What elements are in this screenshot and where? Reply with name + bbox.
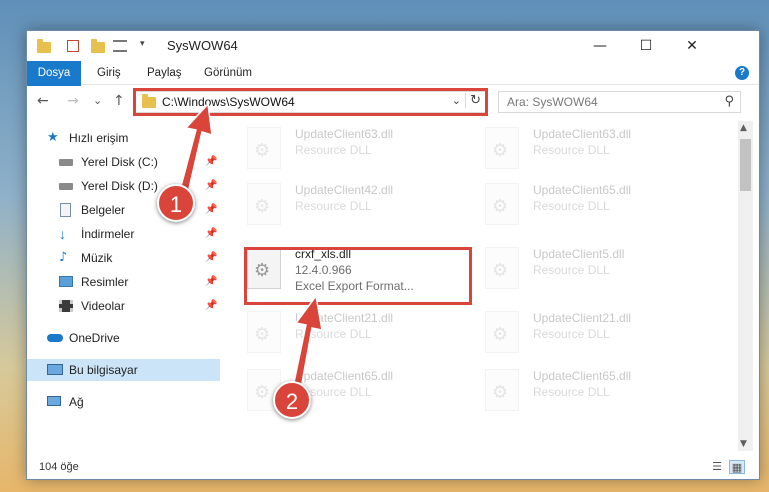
dll-file-icon — [485, 183, 519, 225]
back-button[interactable]: ← — [37, 93, 49, 109]
tab-share[interactable]: Paylaş — [135, 61, 194, 85]
search-input[interactable]: Ara: SysWOW64 ⚲ — [498, 91, 741, 113]
minimize-button[interactable]: — — [577, 31, 623, 61]
address-highlight-box — [133, 88, 488, 116]
forward-button[interactable]: → — [67, 93, 79, 109]
details-view-icon[interactable]: ☰ — [709, 460, 725, 474]
list-item[interactable]: UpdateClient65.dll Resource DLL — [479, 179, 709, 229]
vertical-scrollbar[interactable]: ▲ ▼ — [738, 121, 753, 451]
pin-icon[interactable]: 📌 — [205, 295, 217, 317]
item-count: 104 öğe — [39, 461, 79, 473]
dll-file-icon — [247, 127, 281, 169]
chevron-down-icon[interactable]: ▾ — [140, 39, 145, 55]
sidebar-item-quick-access[interactable]: ★ Hızlı erişim — [27, 127, 220, 149]
callout-badge-2: 2 — [273, 381, 311, 419]
sidebar-item-disk-c[interactable]: Yerel Disk (C:) 📌 — [27, 151, 220, 173]
drive-icon — [59, 183, 73, 190]
file-explorer-window: ▾ SysWOW64 — ☐ ✕ Dosya Giriş Paylaş Görü… — [26, 30, 760, 480]
ribbon-tabs: Dosya Giriş Paylaş Görünüm ? — [27, 61, 759, 111]
list-item[interactable]: UpdateClient42.dll Resource DLL — [241, 179, 471, 229]
sidebar-item-videos[interactable]: Videolar 📌 — [27, 295, 220, 317]
list-item[interactable]: UpdateClient65.dll Resource DLL — [479, 365, 709, 415]
list-item[interactable]: UpdateClient21.dll Resource DLL — [241, 307, 471, 357]
download-icon: ↓ — [59, 226, 66, 242]
sidebar-item-music[interactable]: ♪ Müzik 📌 — [27, 247, 220, 269]
maximize-button[interactable]: ☐ — [623, 31, 669, 61]
pictures-icon — [59, 276, 73, 287]
recent-locations-button[interactable]: ⌄ — [93, 94, 102, 107]
sidebar-item-network[interactable]: Ağ — [27, 391, 220, 413]
status-bar: 104 öğe ☰ ▦ — [27, 457, 759, 479]
star-icon: ★ — [47, 130, 59, 145]
sidebar-item-this-pc[interactable]: Bu bilgisayar — [27, 359, 220, 381]
navigation-bar: ← → ⌄ ↑ C:\Windows\SysWOW64 ⌄ ↻ Ara: Sys… — [27, 86, 759, 118]
sidebar-item-pictures[interactable]: Resimler 📌 — [27, 271, 220, 293]
dll-file-icon — [247, 311, 281, 353]
pin-icon[interactable]: 📌 — [205, 151, 217, 173]
scroll-up-arrow-icon[interactable]: ▲ — [740, 123, 747, 133]
search-placeholder: Ara: SysWOW64 — [507, 95, 598, 109]
scroll-down-arrow-icon[interactable]: ▼ — [740, 439, 747, 449]
scrollbar-thumb[interactable] — [740, 139, 751, 191]
tab-view[interactable]: Görünüm — [192, 61, 264, 85]
list-item[interactable]: UpdateClient63.dll Resource DLL — [479, 123, 709, 173]
pin-icon[interactable]: 📌 — [205, 199, 217, 221]
drive-icon — [59, 159, 73, 166]
window-title: SysWOW64 — [167, 38, 238, 53]
video-icon — [59, 300, 73, 312]
sidebar-item-onedrive[interactable]: OneDrive — [27, 327, 220, 349]
network-icon — [47, 396, 61, 406]
music-icon: ♪ — [59, 250, 68, 265]
large-icons-view-icon[interactable]: ▦ — [729, 460, 745, 474]
pin-icon[interactable]: 📌 — [205, 271, 217, 293]
file-highlight-box — [244, 247, 472, 305]
dll-file-icon — [485, 369, 519, 411]
dll-file-icon — [485, 311, 519, 353]
pin-icon[interactable]: 📌 — [205, 223, 217, 245]
help-icon[interactable]: ? — [735, 66, 749, 80]
list-item[interactable]: UpdateClient63.dll Resource DLL — [241, 123, 471, 173]
tab-home[interactable]: Giriş — [85, 61, 133, 85]
folder-icon[interactable] — [37, 38, 51, 54]
list-item[interactable]: UpdateClient21.dll Resource DLL — [479, 307, 709, 357]
sidebar-item-downloads[interactable]: ↓ İndirmeler 📌 — [27, 223, 220, 245]
callout-badge-1: 1 — [157, 184, 195, 222]
search-icon: ⚲ — [724, 94, 734, 109]
up-button[interactable]: ↑ — [113, 93, 125, 109]
pin-icon[interactable]: 📌 — [205, 247, 217, 269]
list-item[interactable]: UpdateClient5.dll Resource DLL — [479, 243, 709, 293]
navigation-pane: ★ Hızlı erişim Yerel Disk (C:) 📌 Yerel D… — [27, 121, 220, 451]
title-bar: ▾ SysWOW64 — ☐ ✕ — [27, 31, 759, 61]
cloud-icon — [47, 334, 63, 342]
pin-icon[interactable]: 📌 — [205, 175, 217, 197]
customize-toolbar-icon[interactable] — [113, 40, 127, 52]
new-folder-icon[interactable] — [91, 38, 105, 54]
documents-icon — [60, 203, 71, 217]
close-button[interactable]: ✕ — [669, 31, 715, 61]
properties-icon[interactable] — [67, 40, 79, 52]
dll-file-icon — [247, 183, 281, 225]
dll-file-icon — [485, 127, 519, 169]
computer-icon — [47, 364, 63, 375]
dll-file-icon — [485, 247, 519, 289]
